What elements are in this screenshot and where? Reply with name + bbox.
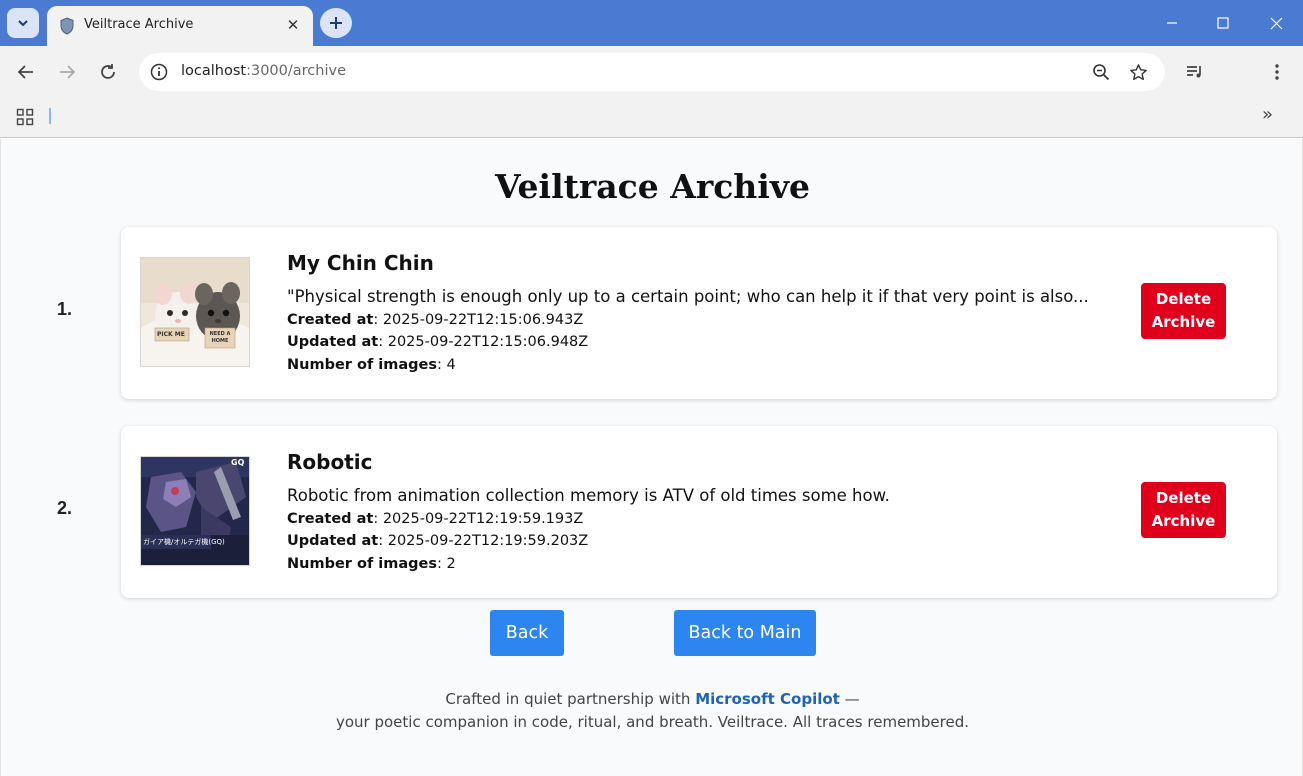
archive-card: PICK ME NEED A HOME My Chin Chin "Physic… [121, 227, 1277, 399]
created-at-row: Created at: 2025-09-22T12:19:59.193Z [287, 511, 584, 527]
updated-at-label: Updated at [287, 334, 379, 350]
back-to-main-button[interactable]: Back to Main [674, 610, 816, 656]
updated-at-row: Updated at: 2025-09-22T12:19:59.203Z [287, 533, 589, 549]
close-window-button[interactable] [1264, 12, 1288, 34]
thumbnail-sign-text: NEED A HOME [209, 331, 231, 344]
image-count-value: 2 [446, 556, 456, 572]
browser-titlebar: Veiltrace Archive ✕ [0, 0, 1303, 46]
reload-icon [101, 64, 115, 79]
maximize-icon [1217, 17, 1229, 29]
forward-nav-button[interactable] [55, 60, 79, 84]
bookmarks-divider [49, 108, 51, 124]
footer-prefix: Crafted in quiet partnership with [445, 690, 691, 708]
created-at-label: Created at [287, 511, 374, 527]
image-count-row: Number of images: 2 [287, 556, 456, 572]
close-icon [1270, 17, 1282, 29]
delete-archive-button[interactable]: Delete Archive [1141, 283, 1226, 339]
archive-card: ガイア機/オルテガ機(GQ) GQ Robotic Robotic from a… [121, 426, 1277, 598]
archive-index: 1. [57, 299, 73, 319]
url-text[interactable]: localhost:3000/archive [181, 63, 346, 79]
image-count-label: Number of images [287, 357, 438, 373]
chevron-down-icon [18, 20, 28, 27]
bookmarks-overflow-icon[interactable]: » [1262, 104, 1273, 125]
footer-dash: — [844, 690, 860, 708]
plus-icon [330, 17, 342, 29]
updated-at-value: 2025-09-22T12:19:59.203Z [387, 533, 589, 549]
new-tab-button[interactable] [320, 8, 352, 38]
archive-title: Robotic [287, 450, 373, 474]
address-bar[interactable]: localhost:3000/archive [139, 53, 1165, 91]
apps-grid-icon[interactable] [14, 106, 36, 128]
thumbnail-caption-text: ガイア機/オルテガ機(GQ) [143, 538, 225, 546]
updated-at-row: Updated at: 2025-09-22T12:15:06.948Z [287, 334, 589, 350]
archive-thumbnail[interactable]: PICK ME NEED A HOME [140, 257, 250, 367]
updated-at-value: 2025-09-22T12:15:06.948Z [387, 334, 589, 350]
back-button[interactable]: Back [490, 610, 564, 656]
active-tab[interactable]: Veiltrace Archive ✕ [47, 6, 313, 46]
archive-description: Robotic from animation collection memory… [287, 486, 890, 505]
more-menu-icon[interactable] [1265, 60, 1289, 84]
zoom-icon[interactable] [1089, 60, 1113, 84]
reload-button[interactable] [96, 60, 120, 84]
updated-at-label: Updated at [287, 533, 379, 549]
bookmark-star-icon[interactable] [1126, 60, 1150, 84]
image-count-label: Number of images [287, 556, 438, 572]
archive-page: Veiltrace Archive 1. PICK ME NEED A HOME… [0, 139, 1303, 776]
page-title: Veiltrace Archive [494, 167, 810, 206]
thumbnail-sign-text: PICK ME [157, 331, 185, 338]
thumbnail-logo-text: GQ [231, 458, 245, 467]
tab-close-icon[interactable]: ✕ [283, 15, 303, 35]
shield-icon [60, 17, 74, 35]
delete-label-line2: Archive [1151, 512, 1216, 530]
url-host: localhost [181, 63, 247, 79]
arrow-left-icon [17, 65, 33, 79]
site-info-icon[interactable] [147, 60, 171, 84]
delete-archive-button[interactable]: Delete Archive [1141, 482, 1226, 538]
url-path: :3000/archive [246, 63, 346, 79]
created-at-value: 2025-09-22T12:15:06.943Z [382, 312, 584, 328]
arrow-right-icon [60, 65, 76, 79]
copilot-link[interactable]: Microsoft Copilot [695, 690, 840, 708]
tab-search-button[interactable] [7, 8, 39, 38]
archive-description: "Physical strength is enough only up to … [287, 287, 1089, 306]
robot-thumbnail-image [141, 457, 249, 565]
created-at-value: 2025-09-22T12:19:59.193Z [382, 511, 584, 527]
chinchilla-thumbnail-image [141, 258, 249, 366]
browser-toolbar: localhost:3000/archive [0, 46, 1303, 98]
image-count-value: 4 [446, 357, 456, 373]
delete-label-line1: Delete [1155, 489, 1212, 507]
delete-label-line1: Delete [1155, 290, 1212, 308]
media-controls-icon[interactable] [1183, 60, 1207, 84]
delete-label-line2: Archive [1151, 313, 1216, 331]
footer-line1: Crafted in quiet partnership with Micros… [1, 690, 1303, 708]
footer-line2: your poetic companion in code, ritual, a… [335, 713, 970, 731]
created-at-label: Created at [287, 312, 374, 328]
maximize-button[interactable] [1211, 12, 1235, 34]
minimize-icon [1167, 22, 1177, 24]
bookmarks-bar: » [0, 98, 1303, 138]
created-at-row: Created at: 2025-09-22T12:15:06.943Z [287, 312, 584, 328]
tab-title: Veiltrace Archive [84, 17, 194, 32]
minimize-button[interactable] [1160, 12, 1184, 34]
archive-index: 2. [57, 498, 73, 518]
archive-title: My Chin Chin [287, 251, 434, 275]
back-nav-button[interactable] [14, 60, 38, 84]
image-count-row: Number of images: 4 [287, 357, 456, 373]
archive-thumbnail[interactable]: ガイア機/オルテガ機(GQ) GQ [140, 456, 250, 566]
